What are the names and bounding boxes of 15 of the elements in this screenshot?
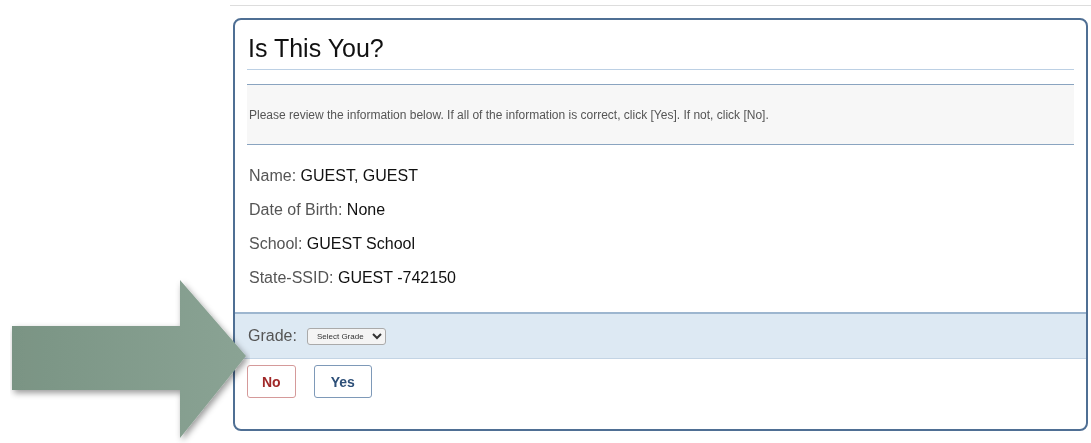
field-value: GUEST, GUEST	[300, 167, 418, 184]
yes-button[interactable]: Yes	[313, 365, 372, 398]
field-value: GUEST -742150	[337, 269, 456, 286]
field-value: GUEST School	[306, 235, 416, 252]
no-button[interactable]: No	[247, 365, 296, 398]
field-label: State-SSID:	[249, 269, 334, 286]
grade-label: Grade:	[248, 327, 297, 345]
arrow-icon	[12, 280, 246, 438]
dialog-title: Is This You?	[247, 20, 1074, 70]
grade-select[interactable]: Select Grade	[306, 327, 386, 345]
instruction-text: Please review the information below. If all of the information is correct, click [Yes]. If not, click [No].	[249, 107, 769, 122]
field-label: School:	[249, 235, 303, 252]
field-label: Name:	[249, 167, 297, 184]
field-label: Date of Birth:	[249, 201, 343, 218]
field-value: None	[346, 201, 386, 218]
